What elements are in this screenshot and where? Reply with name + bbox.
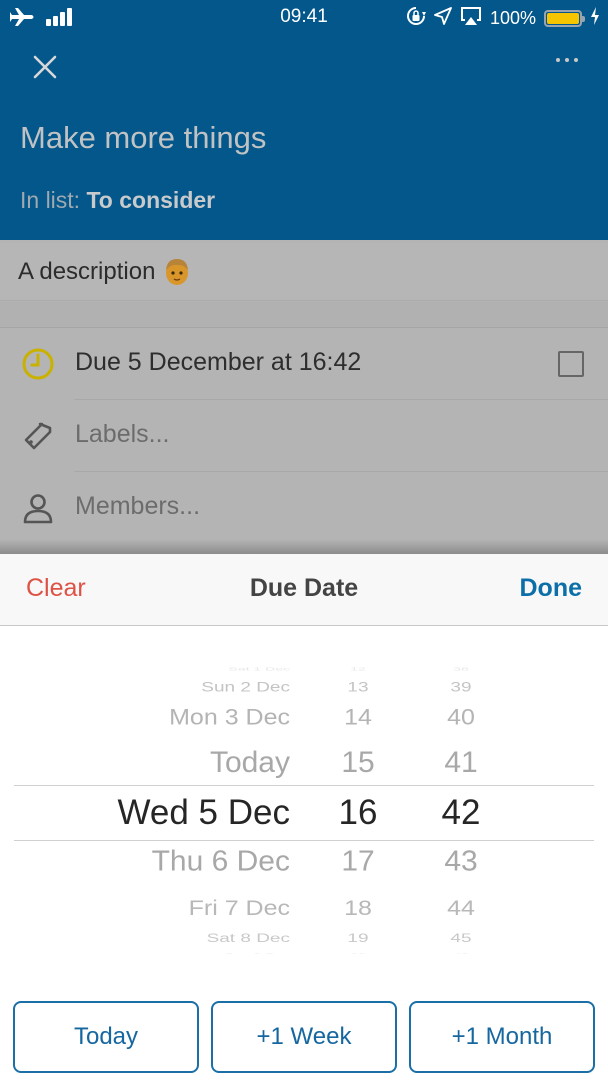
airplay-icon	[460, 6, 482, 31]
picker-minute-item[interactable]: 44	[420, 897, 502, 919]
picker-hour-item[interactable]: 15	[320, 748, 396, 778]
section-gap	[0, 302, 608, 328]
due-date-sheet: Clear Due Date Done Sat 1 Dec Sun 2 Dec Mo…	[0, 554, 608, 1080]
picker-date-item[interactable]: Fri 7 Dec	[0, 897, 290, 919]
picker-hour-item[interactable]: 20	[320, 953, 396, 954]
sheet-title: Due Date	[249, 574, 359, 602]
tag-icon	[20, 418, 56, 454]
picker-date-item-selected[interactable]: Wed 5 Dec	[0, 795, 291, 830]
picker-minute-item[interactable]: 39	[420, 680, 502, 694]
picker-hour-item[interactable]: 12	[320, 667, 396, 672]
picker-hour-item[interactable]: 13	[320, 680, 396, 694]
picker-date-item[interactable]: Sun 9 Dec	[0, 953, 290, 954]
due-date-row[interactable]: Due 5 December at 16:42	[0, 328, 608, 400]
list-info: In list: To consider	[20, 187, 215, 214]
picker-date-item[interactable]: Sun 2 Dec	[0, 680, 290, 694]
card-title[interactable]: Make more things	[20, 120, 266, 156]
location-icon	[434, 7, 452, 30]
sheet-shadow	[0, 540, 608, 554]
more-dot-icon	[565, 58, 569, 62]
done-button[interactable]: Done	[520, 574, 583, 603]
picker-date-item[interactable]: Today	[0, 748, 290, 778]
picker-hour-item-selected[interactable]: 16	[320, 795, 396, 830]
battery-percent: 100%	[489, 8, 536, 28]
picker-hour-item[interactable]: 17	[320, 847, 396, 877]
picker-hour-item[interactable]: 14	[320, 706, 396, 729]
plus-one-week-button[interactable]: +1 Week	[211, 1001, 397, 1073]
picker-hour-item[interactable]: 18	[320, 897, 396, 919]
status-bar: 09:41 100%	[0, 0, 608, 36]
labels-placeholder: Labels...	[75, 420, 170, 448]
due-complete-checkbox[interactable]	[558, 351, 584, 377]
picker-minute-item[interactable]: 38	[420, 667, 502, 672]
close-button[interactable]	[28, 50, 62, 84]
picker-hour-wheel[interactable]: 12 13 14 15 16 17 18 19 20	[320, 654, 396, 954]
picker-date-item[interactable]: Sat 8 Dec	[0, 932, 290, 944]
rotation-lock-icon	[406, 6, 426, 31]
picker-minute-item[interactable]: 40	[420, 706, 502, 729]
due-date-label: Due 5 December at 16:42	[75, 348, 362, 376]
quick-date-buttons: Today +1 Week +1 Month	[13, 1001, 595, 1073]
today-button[interactable]: Today	[13, 1001, 199, 1073]
list-prefix: In list:	[20, 187, 81, 213]
close-icon	[33, 55, 57, 79]
picker-minute-item[interactable]: 45	[420, 932, 502, 944]
picker-date-item[interactable]: Thu 6 Dec	[0, 847, 290, 877]
more-dot-icon	[574, 58, 578, 62]
picker-minute-wheel[interactable]: 38 39 40 41 42 43 44 45 46	[420, 654, 502, 954]
more-dot-icon	[556, 58, 560, 62]
charging-icon	[590, 7, 600, 30]
battery-icon	[544, 10, 585, 27]
description-text: A description	[18, 258, 156, 285]
clock-icon	[20, 346, 56, 382]
card-header: 09:41 100% Make more things In list: To …	[0, 0, 608, 240]
picker-minute-item[interactable]: 43	[420, 847, 502, 877]
picker-date-wheel[interactable]: Sat 1 Dec Sun 2 Dec Mon 3 Dec Today Wed 5 De…	[0, 654, 291, 954]
picker-date-item[interactable]: Sat 1 Dec	[0, 667, 290, 672]
members-row[interactable]: Members...	[0, 472, 608, 540]
picker-minute-item-selected[interactable]: 42	[420, 795, 502, 830]
labels-row[interactable]: Labels...	[0, 400, 608, 472]
picker-minute-item[interactable]: 41	[420, 748, 502, 778]
person-emoji-icon	[163, 257, 191, 287]
list-name[interactable]: To consider	[86, 187, 215, 213]
members-placeholder: Members...	[75, 492, 201, 520]
picker-date-item[interactable]: Mon 3 Dec	[0, 706, 290, 729]
person-icon	[20, 490, 56, 526]
more-options-button[interactable]	[556, 58, 578, 62]
sheet-toolbar: Clear Due Date Done	[0, 554, 608, 626]
picker-minute-item[interactable]: 46	[420, 953, 502, 954]
plus-one-month-button[interactable]: +1 Month	[409, 1001, 595, 1073]
picker-hour-item[interactable]: 19	[320, 932, 396, 944]
date-time-picker[interactable]: Sat 1 Dec Sun 2 Dec Mon 3 Dec Today Wed 5 De…	[0, 654, 608, 954]
description-row[interactable]: A description	[0, 243, 608, 301]
